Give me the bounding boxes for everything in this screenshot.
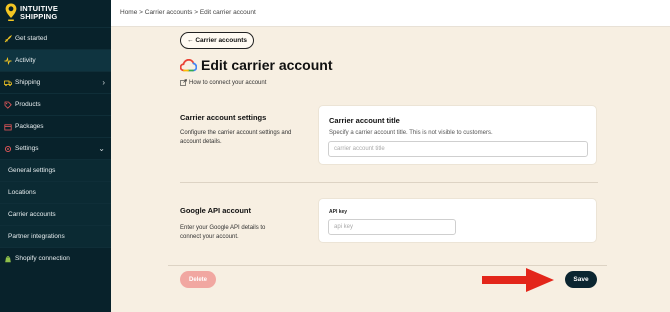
- shopify-icon: [4, 255, 12, 263]
- sidebar-item-products[interactable]: Products: [0, 93, 111, 115]
- carrier-account-title-input[interactable]: carrier account title: [328, 141, 588, 157]
- carrier-account-title-card: Carrier account title Specify a carrier …: [318, 105, 597, 165]
- page-title: Edit carrier account: [201, 57, 333, 73]
- sidebar-item-label: Activity: [15, 57, 36, 64]
- google-api-title: Google API account: [180, 206, 251, 215]
- sidebar-item-packages[interactable]: Packages: [0, 115, 111, 137]
- sidebar-item-label: Settings: [15, 145, 39, 152]
- sidebar-item-label: General settings: [8, 167, 56, 174]
- chevron-down-icon: ⌄: [98, 144, 105, 153]
- red-arrow-annotation: [482, 268, 554, 292]
- sidebar-item-activity[interactable]: Activity: [0, 49, 111, 71]
- sidebar-item-settings[interactable]: Settings ⌄: [0, 137, 111, 159]
- sidebar-item-carrier-accounts[interactable]: Carrier accounts: [0, 203, 111, 225]
- brand-logo[interactable]: INTUITIVE SHIPPING: [5, 2, 58, 24]
- how-to-connect-link[interactable]: How to connect your account: [180, 79, 266, 86]
- top-bar: Home > Carrier accounts > Edit carrier a…: [111, 0, 670, 27]
- sidebar-item-shipping[interactable]: Shipping ›: [0, 71, 111, 93]
- carrier-account-title-help: Specify a carrier account title. This is…: [329, 130, 493, 136]
- api-key-label: API key: [329, 209, 348, 215]
- sidebar-item-label: Shopify connection: [15, 255, 70, 262]
- external-link-icon: [180, 79, 187, 86]
- sidebar-item-label: Get started: [15, 35, 48, 42]
- tag-icon: [4, 101, 12, 109]
- page-header: Edit carrier account: [180, 57, 333, 73]
- location-pin-icon: [5, 3, 17, 21]
- sidebar-item-label: Products: [15, 101, 41, 108]
- sidebar: INTUITIVE SHIPPING Get started Activity …: [0, 0, 111, 312]
- brand-line-2: SHIPPING: [20, 12, 58, 21]
- sidebar-item-general-settings[interactable]: General settings: [0, 159, 111, 181]
- carrier-settings-title: Carrier account settings: [180, 113, 267, 122]
- package-icon: [4, 123, 12, 131]
- rocket-icon: [4, 34, 12, 43]
- how-to-connect-label: How to connect your account: [189, 79, 267, 86]
- sidebar-nav: Get started Activity Shipping › Products: [0, 27, 111, 269]
- sidebar-item-locations[interactable]: Locations: [0, 181, 111, 203]
- carrier-account-title-heading: Carrier account title: [329, 116, 400, 125]
- sidebar-item-label: Shipping: [15, 79, 41, 86]
- delete-button[interactable]: Delete: [180, 271, 216, 288]
- sidebar-item-label: Packages: [15, 123, 44, 130]
- sidebar-item-label: Partner integrations: [8, 233, 65, 240]
- chevron-right-icon: ›: [102, 78, 105, 87]
- carrier-settings-description: Configure the carrier account settings a…: [180, 130, 292, 145]
- google-api-card: API key api key: [318, 198, 597, 243]
- google-api-description: Enter your Google API details to connect…: [180, 225, 266, 240]
- activity-icon: [4, 56, 12, 65]
- sidebar-item-get-started[interactable]: Get started: [0, 27, 111, 49]
- sidebar-item-shopify-connection[interactable]: Shopify connection: [0, 247, 111, 269]
- back-to-carrier-accounts-button[interactable]: ← Carrier accounts: [180, 32, 254, 49]
- section-divider: [180, 182, 598, 183]
- sidebar-item-label: Carrier accounts: [8, 211, 56, 218]
- breadcrumb[interactable]: Home > Carrier accounts > Edit carrier a…: [120, 9, 256, 16]
- sidebar-item-partner-integrations[interactable]: Partner integrations: [0, 225, 111, 247]
- footer-divider: [168, 265, 607, 266]
- truck-icon: [4, 79, 12, 87]
- api-key-input[interactable]: api key: [328, 219, 456, 235]
- save-button[interactable]: Save: [565, 271, 597, 288]
- google-cloud-icon: [180, 58, 197, 71]
- sidebar-item-label: Locations: [8, 189, 36, 196]
- gear-icon: [4, 145, 12, 153]
